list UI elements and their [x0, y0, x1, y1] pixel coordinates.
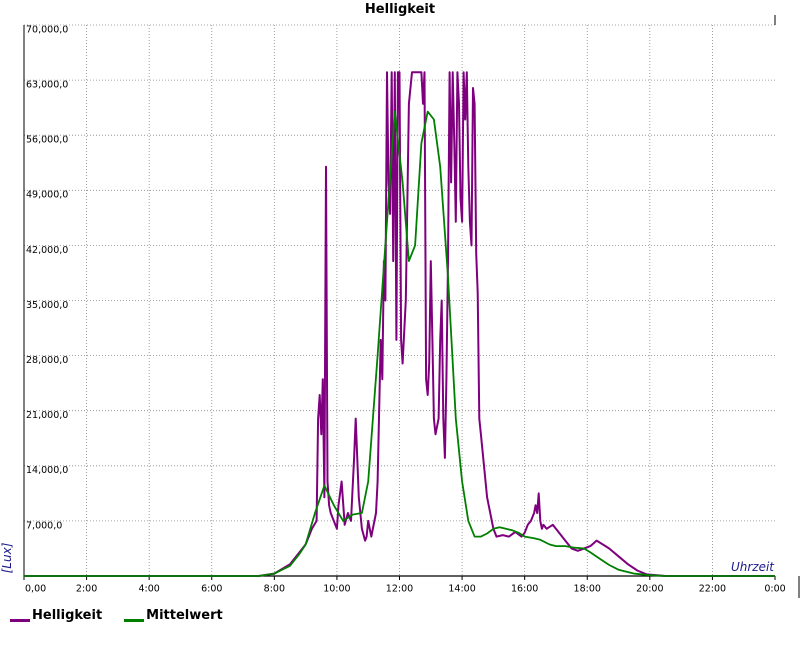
y-tick-label: 7,000,0 — [26, 520, 62, 531]
x-tick-label: 20:00 — [636, 583, 663, 594]
legend-swatch-mittelwert — [124, 619, 145, 622]
y-axis-label: [Lux] — [0, 542, 14, 573]
y-tick-label: 28,000,0 — [26, 355, 68, 366]
x-tick-label: 2:00 — [76, 583, 97, 594]
x-tick-label: 18:00 — [574, 583, 601, 594]
x-tick-label: 12:00 — [386, 583, 413, 594]
y-tick-label: 35,000,0 — [26, 300, 68, 311]
x-tick-label: 10:00 — [323, 583, 350, 594]
x-tick-label: 16:00 — [511, 583, 538, 594]
legend-label-mittelwert: Mittelwert — [146, 608, 223, 623]
legend-item-mittelwert: Mittelwert — [124, 608, 223, 623]
x-tick-label: 8:00 — [264, 583, 285, 594]
y-tick-label: 42,000,0 — [26, 245, 68, 256]
y-tick-label: 21,000,0 — [26, 410, 68, 421]
legend: Helligkeit Mittelwert — [10, 608, 223, 623]
x-tick-label: 22:00 — [699, 583, 726, 594]
x-tick-label: 0,00 — [25, 583, 46, 594]
legend-swatch-helligkeit — [10, 619, 30, 622]
x-tick-label: 14:00 — [448, 583, 475, 594]
legend-label-helligkeit: Helligkeit — [32, 608, 103, 623]
x-tick-label: 6:00 — [201, 583, 222, 594]
brightness-chart: Helligkeit 7,000,0 14,000,0 21,000,0 28,000… — [0, 0, 800, 650]
legend-item-helligkeit: Helligkeit — [10, 608, 102, 623]
y-tick-label: 56,000,0 — [26, 135, 68, 146]
x-tick-label: 0:00 — [764, 583, 785, 594]
y-tick-label: 70,000,0 — [26, 24, 68, 35]
y-tick-label: 63,000,0 — [26, 80, 68, 91]
x-tick-label: 4:00 — [138, 583, 159, 594]
chart-title: Helligkeit — [365, 2, 435, 17]
x-axis-label: Uhrzeit — [731, 560, 775, 574]
y-tick-label: 14,000,0 — [26, 465, 68, 476]
y-tick-label: 49,000,0 — [26, 190, 68, 201]
